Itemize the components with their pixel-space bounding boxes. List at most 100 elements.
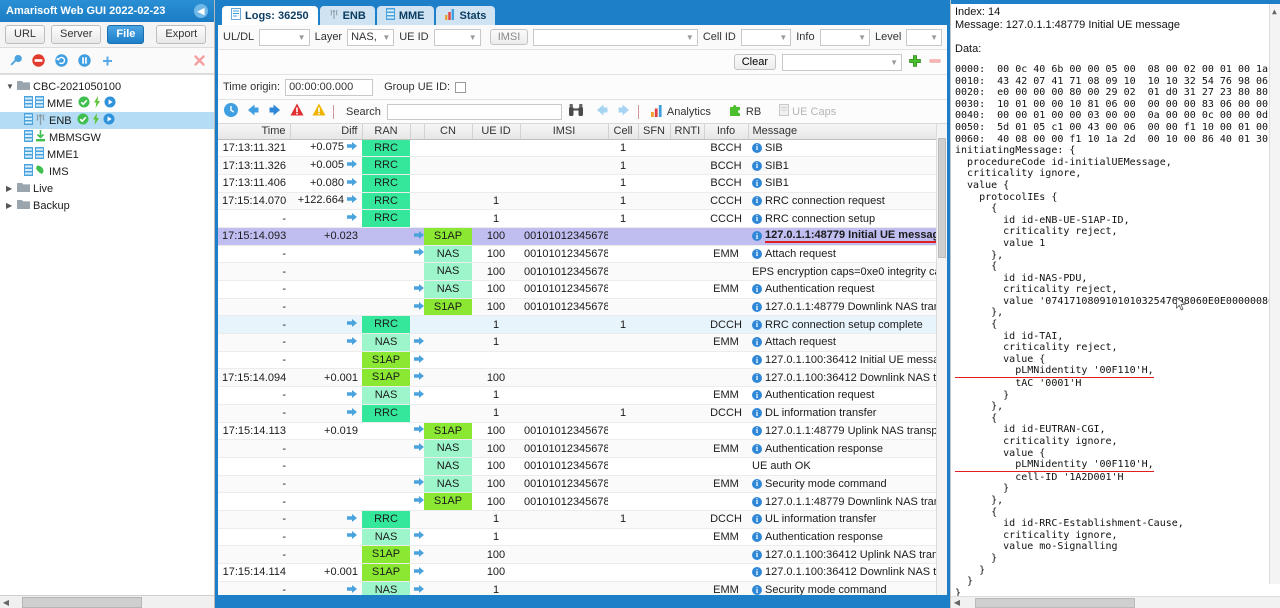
- chevron-down-icon[interactable]: ▼: [927, 33, 938, 42]
- clear-button[interactable]: Clear: [733, 54, 776, 70]
- arrow-right-icon[interactable]: [267, 102, 283, 121]
- table-row[interactable]: 17:15:14.113 +0.019 S1AP 100 001010123456789…: [218, 422, 947, 441]
- table-row[interactable]: - NAS 100 001010123456789 UE auth OK: [218, 457, 947, 476]
- table-row[interactable]: - NAS 100 001010123456789 EMM i Security mode …: [218, 475, 947, 494]
- uldl-select[interactable]: ▼: [259, 28, 310, 46]
- analytics-button[interactable]: Analytics: [645, 102, 717, 122]
- chevron-down-icon[interactable]: ▼: [855, 33, 866, 42]
- tree-item-cbc[interactable]: ▼ CBC-2021050100: [0, 78, 214, 95]
- table-row[interactable]: - S1AP i 127.0.1.100:36412 Initial UE messa…: [218, 351, 947, 370]
- clock-icon[interactable]: [223, 102, 239, 121]
- col-imsi[interactable]: IMSI: [520, 124, 609, 140]
- table-row[interactable]: - RRC 1 1 CCCH i RRC connection setup: [218, 209, 947, 228]
- detail-content[interactable]: Index: 14 Message: 127.0.1.1:48779 Initi…: [951, 4, 1280, 596]
- col-message[interactable]: Message: [748, 124, 947, 140]
- scroll-left-arrow-icon[interactable]: ◀: [951, 598, 963, 607]
- tab-enb[interactable]: ENB: [319, 6, 375, 25]
- info-select[interactable]: ▼: [819, 28, 870, 46]
- col-cell[interactable]: Cell: [608, 124, 639, 140]
- table-row[interactable]: 17:13:11.406 +0.080 RRC 1 BCCH i SIB1: [218, 174, 947, 193]
- tree-item-backup[interactable]: ▶ Backup: [0, 197, 214, 214]
- table-row[interactable]: - NAS 100 001010123456789 EMM i Authentication…: [218, 280, 947, 299]
- file-button[interactable]: File: [107, 25, 145, 44]
- tree-item-live[interactable]: ▶ Live: [0, 180, 214, 197]
- search-prev-icon[interactable]: [594, 102, 610, 121]
- search-next-icon[interactable]: [616, 102, 632, 121]
- chevron-down-icon[interactable]: ▼: [295, 33, 306, 42]
- error-triangle-icon[interactable]: [289, 102, 305, 121]
- chevron-down-icon[interactable]: ▼: [6, 82, 17, 91]
- rb-button[interactable]: RB: [723, 102, 767, 122]
- chevron-right-icon[interactable]: ▶: [6, 184, 17, 193]
- col-ran[interactable]: RAN: [362, 124, 411, 140]
- tab-logs[interactable]: Logs: 36250: [222, 6, 318, 25]
- chevron-right-icon[interactable]: ▶: [6, 201, 17, 210]
- time-origin-input[interactable]: 00:00:00.000: [285, 78, 374, 96]
- table-vertical-scrollbar[interactable]: [936, 124, 947, 595]
- table-row[interactable]: 17:15:14.114 +0.001 S1AP 100 i 127.0.1.100:36…: [218, 563, 947, 582]
- table-row[interactable]: - NAS 1 EMM i Authentication request: [218, 386, 947, 405]
- warning-triangle-icon[interactable]: [311, 102, 327, 121]
- table-row[interactable]: - NAS 1 EMM i Authentication response: [218, 528, 947, 547]
- stop-icon[interactable]: [29, 52, 47, 70]
- col-rnti[interactable]: RNTI: [670, 124, 705, 140]
- table-row[interactable]: - S1AP 100 i 127.0.1.100:36412 Uplink NAS tr…: [218, 545, 947, 564]
- table-row[interactable]: - NAS 100 001010123456789 EMM i Authentication…: [218, 439, 947, 458]
- table-row[interactable]: 17:15:14.093 +0.023 S1AP 100 001010123456789…: [218, 227, 947, 246]
- table-row[interactable]: - RRC 1 1 DCCH i UL information transfer: [218, 510, 947, 529]
- col-cn[interactable]: CN: [424, 124, 473, 140]
- table-row[interactable]: - S1AP 100 001010123456789 i 127.0.1.1:48779 …: [218, 492, 947, 511]
- level-select[interactable]: ▼: [906, 28, 943, 46]
- table-row[interactable]: 17:15:14.070 +122.664 RRC 1 1 CCCH i RRC conne…: [218, 192, 947, 211]
- col-diff[interactable]: Diff: [290, 124, 363, 140]
- table-row[interactable]: 17:15:14.094 +0.001 S1AP 100 i 127.0.1.100:36…: [218, 368, 947, 388]
- export-button[interactable]: Export: [156, 25, 207, 44]
- tab-stats[interactable]: Stats: [435, 6, 496, 25]
- close-icon[interactable]: [190, 52, 208, 70]
- col-info[interactable]: Info: [704, 124, 749, 140]
- minus-icon[interactable]: [928, 54, 942, 71]
- table-row[interactable]: - NAS 100 001010123456789 EMM i Attach request: [218, 245, 947, 264]
- scroll-left-arrow-icon[interactable]: ◀: [0, 598, 12, 607]
- table-row[interactable]: - RRC 1 1 DCCH i RRC connection setup complet…: [218, 315, 947, 335]
- refresh-icon[interactable]: [52, 52, 70, 70]
- tree-item-enb[interactable]: ENB: [0, 112, 214, 129]
- scroll-up-arrow-icon[interactable]: ▲: [1272, 6, 1277, 18]
- col-sfn[interactable]: SFN: [638, 124, 671, 140]
- col-ueid[interactable]: UE ID: [472, 124, 521, 140]
- chevron-down-icon[interactable]: ▼: [683, 33, 694, 42]
- wrench-icon[interactable]: [6, 52, 24, 70]
- col-time[interactable]: Time: [218, 124, 291, 140]
- chevron-down-icon[interactable]: ▼: [776, 33, 787, 42]
- group-ue-checkbox[interactable]: [455, 81, 467, 93]
- chevron-down-icon[interactable]: ▼: [887, 58, 898, 67]
- table-row[interactable]: - NAS 1 EMM i Security mode command: [218, 581, 947, 595]
- detail-vertical-scrollbar[interactable]: ▲: [1269, 4, 1280, 584]
- sidebar-horizontal-scrollbar[interactable]: ◀: [0, 595, 214, 608]
- ueid-select[interactable]: ▼: [433, 28, 481, 46]
- detail-horizontal-scrollbar[interactable]: ◀: [951, 596, 1280, 608]
- table-row[interactable]: 17:13:11.321 +0.075 RRC 1 BCCH i SIB: [218, 139, 947, 158]
- tree-item-ims[interactable]: IMS: [0, 163, 214, 180]
- preset-select[interactable]: ▼: [782, 53, 902, 71]
- plug-icon[interactable]: [98, 52, 116, 70]
- chevron-down-icon[interactable]: ▼: [466, 33, 477, 42]
- table-row[interactable]: - S1AP 100 001010123456789 i 127.0.1.1:48779 …: [218, 298, 947, 317]
- plus-icon[interactable]: [908, 54, 922, 71]
- layer-select[interactable]: NAS, ▼: [347, 28, 395, 46]
- table-row[interactable]: - NAS 100 001010123456789 EPS encryption cap…: [218, 262, 947, 281]
- pause-icon[interactable]: [75, 52, 93, 70]
- scrollbar-thumb[interactable]: [975, 597, 1135, 608]
- binoculars-icon[interactable]: [568, 103, 584, 120]
- tab-mme[interactable]: MME: [376, 6, 434, 25]
- tree-item-mme[interactable]: MME: [0, 95, 214, 112]
- server-button[interactable]: Server: [51, 25, 102, 44]
- imsi-button[interactable]: IMSI: [489, 29, 529, 45]
- chevron-left-icon[interactable]: ◀: [194, 4, 208, 18]
- table-row[interactable]: - RRC 1 1 DCCH i DL information transfer: [218, 404, 947, 423]
- arrow-left-icon[interactable]: [245, 102, 261, 121]
- tree-item-mme1[interactable]: MME1: [0, 146, 214, 163]
- table-row[interactable]: - NAS 1 EMM i Attach request: [218, 333, 947, 352]
- scrollbar-thumb[interactable]: [938, 138, 946, 258]
- search-input[interactable]: [386, 103, 562, 120]
